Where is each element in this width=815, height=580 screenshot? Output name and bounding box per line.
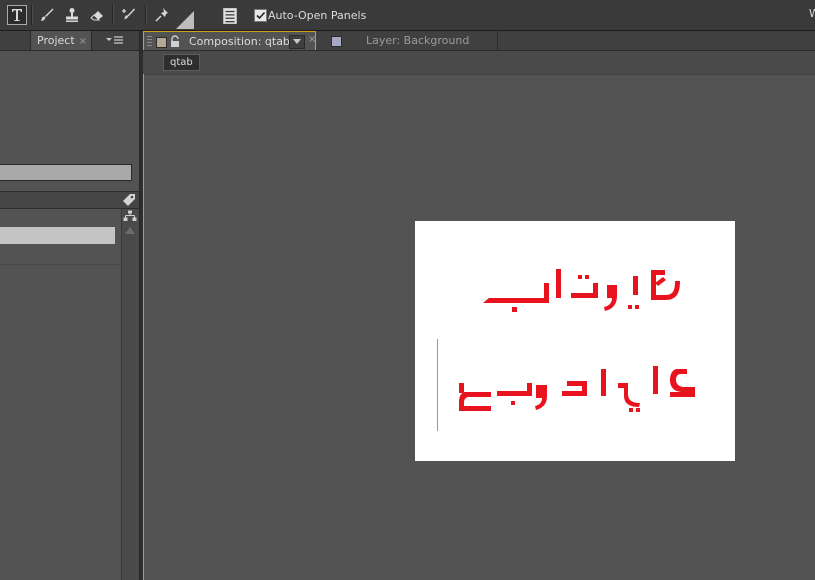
type-tool-icon[interactable]	[7, 5, 27, 25]
composition-tab-strip: Composition: qtab × Layer: Background	[143, 31, 815, 51]
flowchart-icon[interactable]	[123, 210, 137, 222]
composition-canvas[interactable]	[415, 221, 735, 461]
composition-name-button[interactable]: qtab	[163, 54, 200, 71]
scroll-up-arrow-icon[interactable]	[125, 227, 135, 234]
tab-composition[interactable]: Composition: qtab ×	[143, 31, 316, 50]
tab-layer[interactable]: Layer: Background	[318, 31, 498, 50]
roto-brush-tool-icon[interactable]	[120, 6, 138, 24]
corner-indicator-icon	[176, 11, 194, 29]
panel-icon[interactable]	[221, 7, 237, 24]
project-scrollbar[interactable]	[121, 209, 139, 580]
tab-composition-label: Composition: qtab	[189, 35, 290, 48]
canvas-artwork	[459, 269, 695, 412]
tab-composition-close-button[interactable]: ×	[308, 34, 316, 45]
composition-navigator-bar: qtab	[143, 51, 815, 75]
composition-menu-button[interactable]	[289, 35, 305, 49]
layer-color-swatch	[331, 36, 342, 47]
label-tag-icon[interactable]	[122, 193, 136, 207]
project-tab-strip: Project ×	[0, 31, 139, 51]
tools-panel: Auto-Open Panels W	[0, 0, 815, 31]
clone-stamp-tool-icon[interactable]	[63, 6, 81, 24]
tab-project-close-button[interactable]: ×	[79, 36, 87, 47]
arabic-calligraphy-line-2	[459, 366, 695, 412]
eraser-tool-icon[interactable]	[88, 6, 106, 24]
project-item-row[interactable]	[0, 227, 115, 244]
arabic-calligraphy-line-1	[483, 269, 680, 312]
puppet-pin-tool-icon[interactable]	[153, 6, 171, 24]
text-cursor	[437, 339, 438, 431]
tab-layer-label: Layer: Background	[366, 34, 470, 47]
tab-project[interactable]: Project ×	[30, 31, 93, 50]
project-panel: Project ×	[0, 31, 139, 580]
lock-icon[interactable]	[169, 35, 181, 48]
row-divider	[0, 264, 121, 265]
project-list-header	[0, 191, 139, 209]
project-search-input[interactable]	[0, 164, 132, 181]
auto-open-checkbox[interactable]	[254, 9, 267, 22]
panel-menu-icon[interactable]	[104, 35, 124, 47]
workspace-selector[interactable]: W	[809, 7, 815, 20]
auto-open-label: Auto-Open Panels	[268, 9, 367, 22]
tab-grip-icon[interactable]	[147, 36, 152, 46]
tab-project-label: Project	[37, 34, 75, 47]
composition-color-swatch	[156, 37, 167, 48]
brush-tool-icon[interactable]	[38, 6, 56, 24]
